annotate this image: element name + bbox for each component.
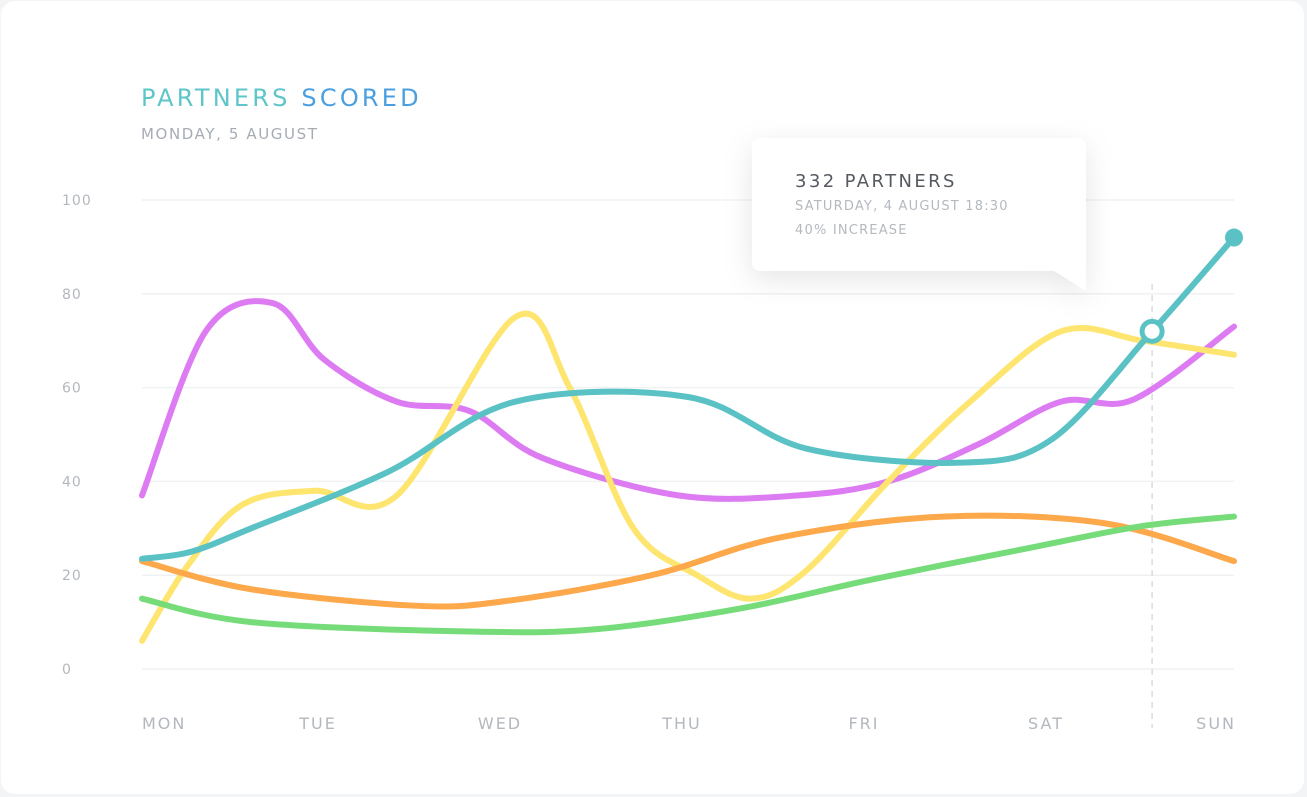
data-tooltip: 332 PARTNERS SATURDAY, 4 AUGUST 18:30 40… bbox=[752, 138, 1086, 291]
series-line-orange bbox=[139, 512, 1237, 610]
line-chart: 0 20 40 60 80 100 MON TUE WED THU FRI SAT SUN bbox=[62, 193, 1243, 733]
highlighted-data-point bbox=[1139, 318, 1165, 344]
tooltip-datetime: SATURDAY, 4 AUGUST 18:30 bbox=[795, 199, 1009, 214]
y-tick-label: 80 bbox=[62, 287, 82, 303]
series-end-point bbox=[1225, 228, 1243, 247]
y-tick-label: 40 bbox=[62, 474, 82, 490]
y-tick-label: 60 bbox=[62, 381, 82, 397]
x-tick-label: THU bbox=[661, 714, 702, 733]
tooltip-headline: 332 PARTNERS bbox=[795, 171, 957, 192]
x-tick-label: WED bbox=[478, 714, 522, 733]
x-tick-label: MON bbox=[142, 714, 186, 733]
x-tick-label: TUE bbox=[298, 714, 337, 733]
y-tick-label: 100 bbox=[62, 193, 92, 209]
y-tick-label: 0 bbox=[62, 662, 72, 678]
y-tick-label: 20 bbox=[62, 568, 82, 584]
x-tick-label: SUN bbox=[1196, 714, 1236, 733]
x-tick-label: SAT bbox=[1028, 714, 1064, 733]
series-line-yellow bbox=[139, 310, 1237, 644]
x-tick-label: FRI bbox=[848, 714, 879, 733]
tooltip-pointer bbox=[1054, 271, 1086, 291]
tooltip-change: 40% INCREASE bbox=[795, 223, 908, 238]
series-line-green bbox=[139, 513, 1237, 636]
